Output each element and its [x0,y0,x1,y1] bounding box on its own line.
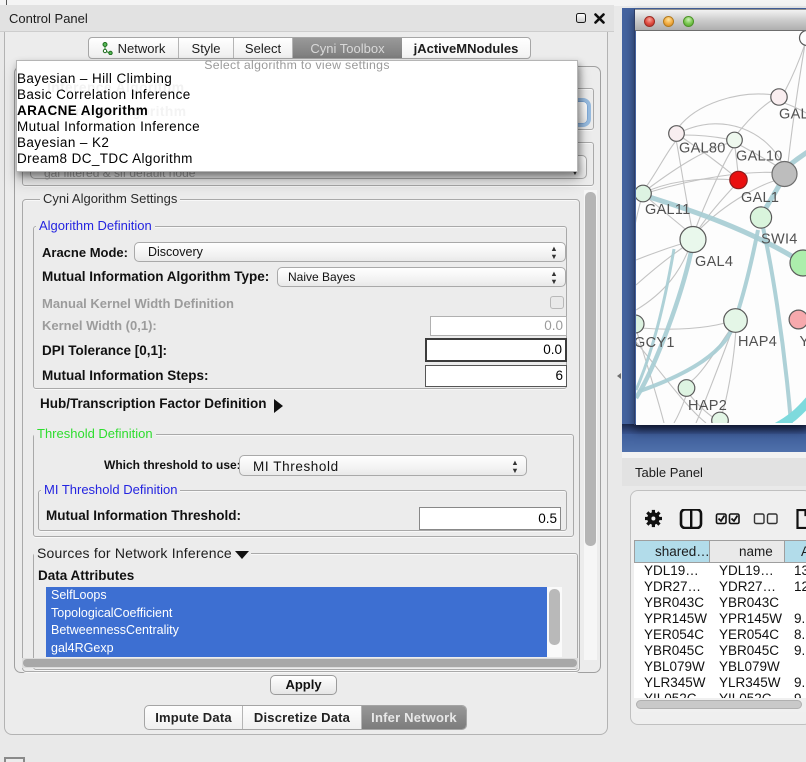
svg-text:GAL4: GAL4 [695,254,733,270]
svg-text:GAL11: GAL11 [645,202,691,218]
svg-text:GAL8: GAL8 [779,107,806,123]
svg-text:SWI4: SWI4 [761,232,798,248]
svg-text:HAP4: HAP4 [738,334,777,350]
svg-text:GAL80: GAL80 [679,141,726,157]
svg-text:GAL10: GAL10 [736,149,783,165]
svg-text:GAL1: GAL1 [741,190,779,206]
svg-text:HAP2: HAP2 [688,398,727,414]
svg-text:Y: Y [800,334,806,350]
svg-text:GCY1: GCY1 [636,335,675,351]
